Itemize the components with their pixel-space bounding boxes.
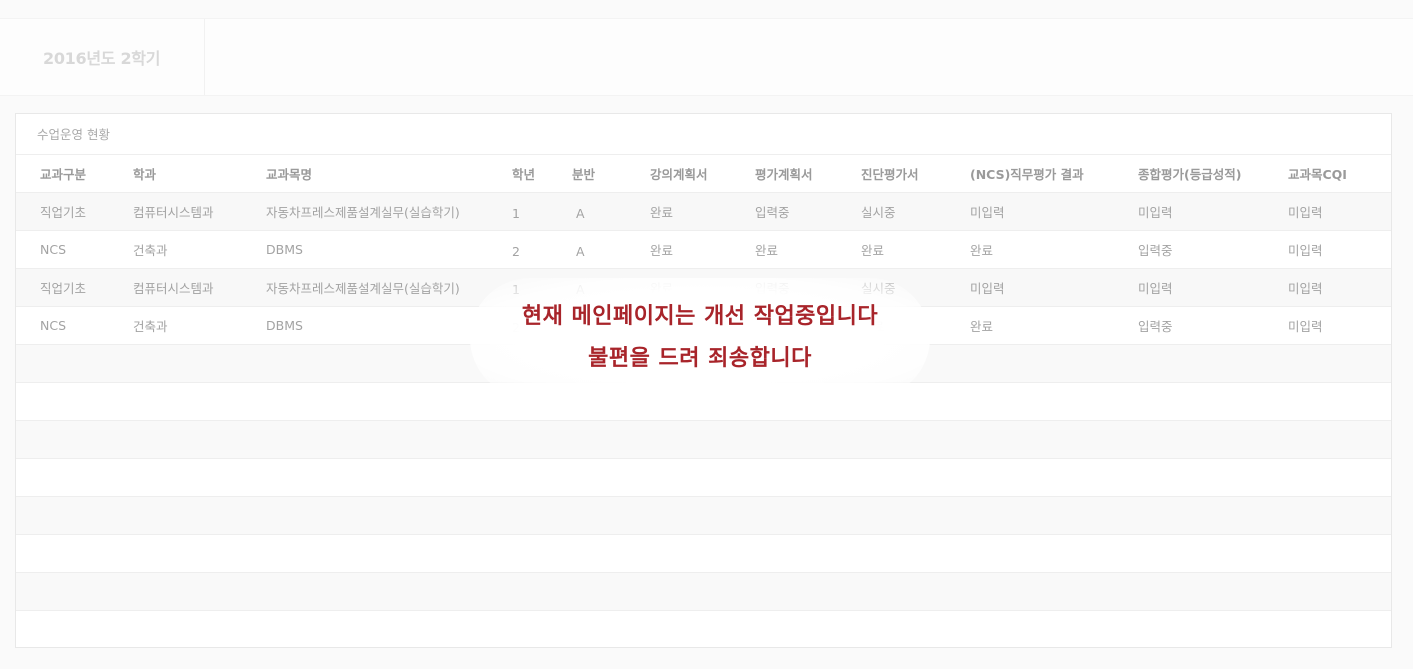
cell-category: NCS bbox=[40, 242, 67, 257]
cell-ncs[interactable]: 미입력 bbox=[970, 193, 1005, 230]
cell-course: DBMS bbox=[266, 242, 303, 257]
cell-total[interactable]: 입력중 bbox=[1138, 231, 1173, 268]
cell-class: A bbox=[576, 206, 585, 221]
cell-cqi[interactable]: 미입력 bbox=[1288, 231, 1323, 268]
empty-table-row bbox=[16, 535, 1391, 573]
col-header-syllabus: 강의계획서 bbox=[650, 167, 708, 182]
maintenance-notice: 현재 메인페이지는 개선 작업중입니다 불편을 드려 죄송합니다 bbox=[420, 296, 980, 380]
cell-eval-plan[interactable]: 입력중 bbox=[755, 193, 790, 230]
col-header-category: 교과구분 bbox=[40, 167, 87, 182]
cell-cqi[interactable]: 미입력 bbox=[1288, 307, 1323, 344]
cell-category: NCS bbox=[40, 318, 67, 333]
cell-dept: 건축과 bbox=[133, 319, 168, 334]
cell-dept: 컴퓨터시스템과 bbox=[133, 205, 214, 220]
cell-diag[interactable]: 실시중 bbox=[861, 193, 896, 230]
cell-dept: 건축과 bbox=[133, 243, 168, 258]
cell-year: 1 bbox=[512, 206, 520, 221]
col-header-eval-plan: 평가계획서 bbox=[755, 167, 813, 182]
cell-total[interactable]: 입력중 bbox=[1138, 307, 1173, 344]
empty-table-row bbox=[16, 459, 1391, 497]
cell-eval-plan[interactable]: 완료 bbox=[755, 231, 778, 268]
cell-category: 직업기초 bbox=[40, 205, 87, 220]
cell-syllabus[interactable]: 완료 bbox=[650, 193, 673, 230]
semester-selector[interactable]: 2016년도 2학기 bbox=[0, 19, 205, 95]
notice-line-1: 현재 메인페이지는 개선 작업중입니다 bbox=[521, 304, 879, 329]
col-header-year: 학년 bbox=[512, 167, 536, 182]
panel-title: 수업운영 현황 bbox=[16, 114, 1391, 155]
cell-diag[interactable]: 완료 bbox=[861, 231, 884, 268]
empty-table-row bbox=[16, 421, 1391, 459]
cell-total[interactable]: 미입력 bbox=[1138, 269, 1173, 306]
table-header-row: 교과구분 학과 교과목명 학년 분반 강의계획서 평가계획서 진단평가서 (NC… bbox=[16, 155, 1391, 193]
col-header-dept: 학과 bbox=[133, 167, 157, 182]
empty-table-row bbox=[16, 611, 1391, 647]
empty-table-row bbox=[16, 497, 1391, 535]
cell-class: A bbox=[576, 244, 585, 259]
col-header-cqi: 교과목CQI bbox=[1288, 167, 1347, 182]
cell-cqi[interactable]: 미입력 bbox=[1288, 193, 1323, 230]
notice-line-2: 불편을 드려 죄송합니다 bbox=[588, 346, 812, 371]
cell-total[interactable]: 미입력 bbox=[1138, 193, 1173, 230]
empty-table-row bbox=[16, 573, 1391, 611]
col-header-diag: 진단평가서 bbox=[861, 167, 919, 182]
cell-cqi[interactable]: 미입력 bbox=[1288, 269, 1323, 306]
col-header-course: 교과목명 bbox=[266, 167, 313, 182]
col-header-ncs: (NCS)직무평가 결과 bbox=[970, 167, 1084, 182]
top-bar: 2016년도 2학기 bbox=[0, 18, 1413, 96]
cell-dept: 컴퓨터시스템과 bbox=[133, 281, 214, 296]
cell-course: 자동차프레스제품설계실무(실습학기) bbox=[266, 205, 460, 220]
cell-year: 2 bbox=[512, 244, 520, 259]
col-header-total: 종합평가(등급성적) bbox=[1138, 167, 1242, 182]
semester-label: 2016년도 2학기 bbox=[43, 49, 161, 68]
status-table: 교과구분 학과 교과목명 학년 분반 강의계획서 평가계획서 진단평가서 (NC… bbox=[16, 155, 1391, 647]
cell-syllabus[interactable]: 완료 bbox=[650, 231, 673, 268]
col-header-class: 분반 bbox=[572, 167, 596, 182]
table-row[interactable]: NCS 건축과 DBMS 2 A 완료 완료 완료 완료 입력중 미입력 bbox=[16, 231, 1391, 269]
cell-ncs[interactable]: 완료 bbox=[970, 231, 993, 268]
cell-course: DBMS bbox=[266, 318, 303, 333]
table-row[interactable]: 직업기초 컴퓨터시스템과 자동차프레스제품설계실무(실습학기) 1 A 완료 입력중 실시중 미… bbox=[16, 193, 1391, 231]
cell-category: 직업기초 bbox=[40, 281, 87, 296]
